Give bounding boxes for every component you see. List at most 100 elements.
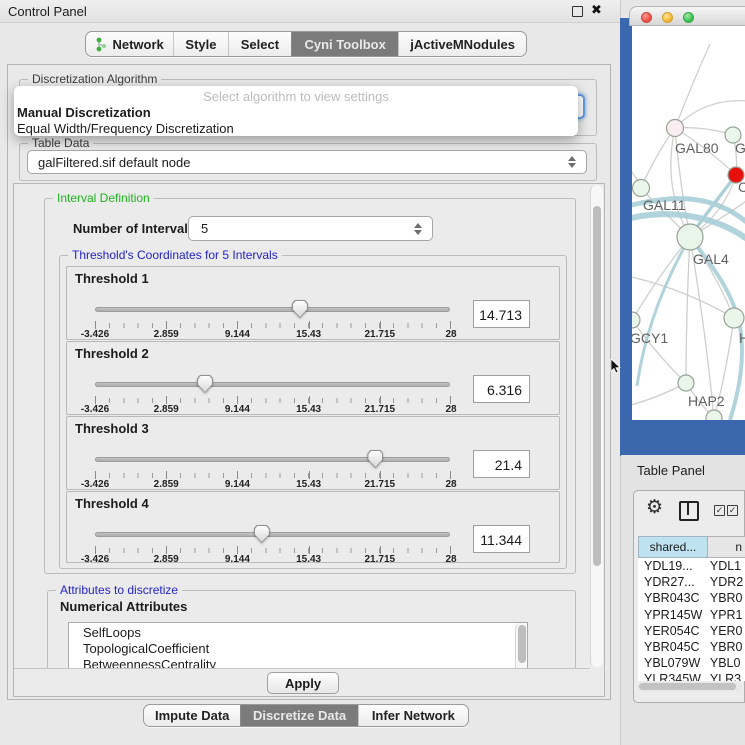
- control-panel-titlebar: Control Panel ✖: [0, 0, 620, 23]
- list-item[interactable]: TopologicalCoefficient: [69, 641, 527, 657]
- tab-jactivemnodules[interactable]: jActiveMNodules: [398, 32, 526, 56]
- cyni-content-panel: Discretization Algorithm Select algorith…: [7, 64, 611, 700]
- table-data-combobox[interactable]: galFiltered.sif default node: [27, 150, 587, 174]
- tab-infer-network[interactable]: Infer Network: [358, 705, 468, 726]
- column-header-shared[interactable]: shared...: [638, 536, 708, 558]
- attributes-list: SelfLoops TopologicalCoefficient Between…: [68, 622, 528, 669]
- threshold-1-value-field[interactable]: 14.713: [473, 300, 530, 328]
- threshold-3-panel: Threshold 3 -3.4262.8599.14415.4321.7152…: [66, 416, 560, 490]
- threshold-4-value-field[interactable]: 11.344: [473, 525, 530, 553]
- checkbox-icon[interactable]: ✓: [727, 505, 738, 516]
- slider-tick-labels: -3.4262.8599.14415.4321.71528: [95, 404, 451, 414]
- threshold-4-panel: Threshold 4 -3.4262.8599.14415.4321.7152…: [66, 491, 560, 563]
- column-layout-icon[interactable]: [679, 501, 699, 521]
- threshold-label: Threshold 1: [75, 271, 149, 286]
- threshold-3-value-field[interactable]: 21.4: [473, 450, 530, 478]
- panel-title: Control Panel: [8, 4, 87, 19]
- table-row[interactable]: YER054CYER0: [638, 623, 745, 639]
- num-intervals-spinner[interactable]: 5: [188, 216, 433, 241]
- threshold-2-slider[interactable]: [95, 373, 450, 395]
- threshold-label: Threshold 3: [75, 421, 149, 436]
- settings-viewport: Interval Definition Number of Intervals …: [14, 184, 590, 669]
- slider-thumb[interactable]: [367, 450, 383, 468]
- slider-thumb[interactable]: [254, 525, 270, 543]
- table-rows: YDL19...YDL1 YDR27...YDR2 YBR043CYBR0 YP…: [638, 558, 745, 681]
- group-title: Attributes to discretize: [56, 583, 182, 597]
- settings-scroll-panel: Interval Definition Number of Intervals …: [13, 183, 605, 697]
- column-header-name[interactable]: n: [708, 536, 745, 558]
- tab-select[interactable]: Select: [228, 32, 291, 56]
- threshold-1-slider[interactable]: [95, 298, 450, 320]
- slider-track: [95, 532, 450, 537]
- table-row[interactable]: YBR045CYBR0: [638, 639, 745, 655]
- list-item[interactable]: SelfLoops: [69, 623, 527, 641]
- table-row[interactable]: YDR27...YDR2: [638, 574, 745, 590]
- control-panel: Control Panel ✖ Network Style Select Cyn…: [0, 0, 621, 745]
- node-gal11[interactable]: [633, 180, 650, 197]
- tab-style[interactable]: Style: [173, 32, 228, 56]
- apply-button[interactable]: Apply: [267, 672, 339, 694]
- threshold-2-value-field[interactable]: 6.316: [473, 375, 530, 403]
- slider-thumb[interactable]: [197, 375, 213, 393]
- node-gcy1[interactable]: [632, 312, 640, 328]
- network-icon: [95, 37, 107, 52]
- list-item[interactable]: BetweennessCentrality: [69, 657, 527, 669]
- combo-value: galFiltered.sif default node: [38, 155, 190, 170]
- tab-cyni-toolbox[interactable]: Cyni Toolbox: [291, 32, 398, 56]
- scrollbar-thumb[interactable]: [593, 206, 601, 566]
- mouse-cursor: [610, 359, 621, 374]
- close-icon[interactable]: ✖: [591, 2, 602, 18]
- table-horizontal-scrollbar[interactable]: [638, 682, 742, 691]
- threshold-2-panel: Threshold 2 -3.4262.8599.14415.4321.7152…: [66, 341, 560, 415]
- node-gal4[interactable]: [677, 224, 703, 250]
- bottom-tab-bar: Impute Data Discretize Data Infer Networ…: [143, 704, 469, 727]
- table-row[interactable]: YDL19...YDL1: [638, 558, 745, 574]
- numerical-attributes-label: Numerical Attributes: [60, 599, 187, 614]
- network-window-titlebar[interactable]: [629, 6, 745, 26]
- table-row[interactable]: YLR345WYLR3: [638, 671, 745, 681]
- node-hap2[interactable]: [678, 375, 694, 391]
- table-row[interactable]: YBR043CYBR0: [638, 590, 745, 606]
- gear-icon[interactable]: ⚙: [646, 498, 663, 517]
- svg-text:GAL4: GAL4: [693, 251, 729, 267]
- svg-text:C: C: [738, 179, 745, 195]
- node-bottom[interactable]: [706, 410, 722, 420]
- close-traffic-light[interactable]: [641, 12, 652, 23]
- svg-text:H: H: [739, 330, 745, 346]
- table-panel-region: Table Panel ⚙ ✓ ✓ shared... n YDL19...YD…: [621, 455, 745, 745]
- zoom-traffic-light[interactable]: [683, 12, 694, 23]
- table-row[interactable]: YBL079WYBL0: [638, 655, 745, 671]
- popup-option-manual[interactable]: Manual Discretization: [17, 105, 151, 121]
- threshold-label: Threshold 4: [75, 496, 149, 511]
- settings-scrollbar[interactable]: [590, 185, 603, 667]
- slider-track: [95, 307, 450, 312]
- algorithm-dropdown-popup: Select algorithm to view settings Manual…: [14, 86, 578, 136]
- checkbox-icon[interactable]: ✓: [714, 505, 725, 516]
- tab-network[interactable]: Network: [86, 32, 173, 56]
- threshold-4-slider[interactable]: [95, 523, 450, 545]
- num-intervals-label: Number of Intervals: [73, 221, 195, 236]
- node-gal80[interactable]: [667, 120, 684, 137]
- slider-thumb[interactable]: [292, 300, 308, 318]
- float-window-icon[interactable]: [572, 6, 583, 17]
- svg-text:GA: GA: [735, 140, 745, 156]
- table-row[interactable]: YPR145WYPR1: [638, 607, 745, 623]
- list-scrollbar[interactable]: [515, 623, 527, 669]
- popup-option-equal-width[interactable]: Equal Width/Frequency Discretization: [17, 121, 234, 137]
- network-canvas[interactable]: GAL80 GA C GAL11 GAL4 GCY1 H HAP2: [632, 26, 745, 420]
- group-title: Discretization Algorithm: [28, 72, 161, 86]
- table-panel-title: Table Panel: [637, 463, 705, 478]
- scrollbar-thumb[interactable]: [639, 683, 736, 690]
- group-title: Table Data: [28, 136, 93, 150]
- tab-discretize-data[interactable]: Discretize Data: [240, 705, 357, 726]
- threshold-3-slider[interactable]: [95, 448, 450, 470]
- node-h[interactable]: [724, 308, 744, 328]
- spinner-value: 5: [201, 221, 208, 236]
- group-title: Threshold's Coordinates for 5 Intervals: [68, 248, 282, 262]
- tab-impute-data[interactable]: Impute Data: [144, 705, 240, 726]
- minimize-traffic-light[interactable]: [662, 12, 673, 23]
- tab-label: Network: [112, 37, 163, 52]
- slider-tick-labels: -3.4262.8599.14415.4321.71528: [95, 329, 451, 339]
- svg-text:GCY1: GCY1: [632, 330, 668, 346]
- interval-definition-group: Interval Definition Number of Intervals …: [44, 198, 576, 574]
